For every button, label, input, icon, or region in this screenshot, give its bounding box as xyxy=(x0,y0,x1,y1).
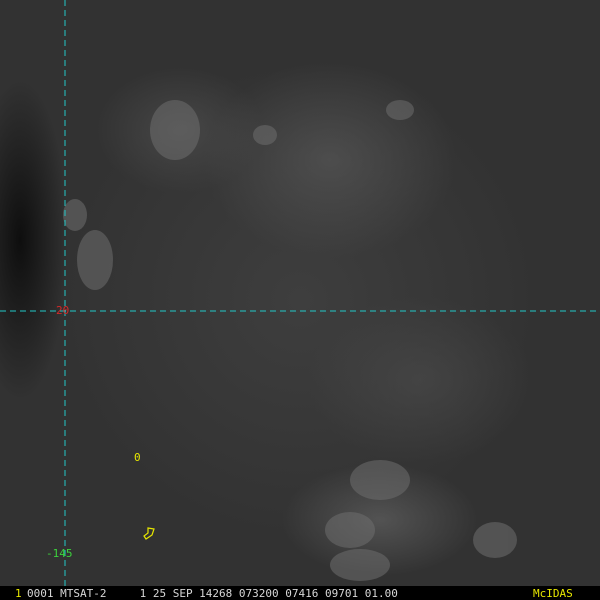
satellite-image: 20 -145 0 xyxy=(0,0,600,600)
frame-number: 1 xyxy=(15,587,22,600)
latitude-label: 20 xyxy=(56,304,70,317)
cloud-clusters xyxy=(63,100,517,581)
island-marker: 0 xyxy=(134,451,141,464)
status-text: 0001 MTSAT-2 1 25 SEP 14268 073200 07416… xyxy=(27,587,398,600)
island-outline xyxy=(143,527,155,540)
overlay-layer xyxy=(0,0,600,586)
longitude-label: -145 xyxy=(46,547,73,560)
brand-label: McIDAS xyxy=(533,587,573,600)
